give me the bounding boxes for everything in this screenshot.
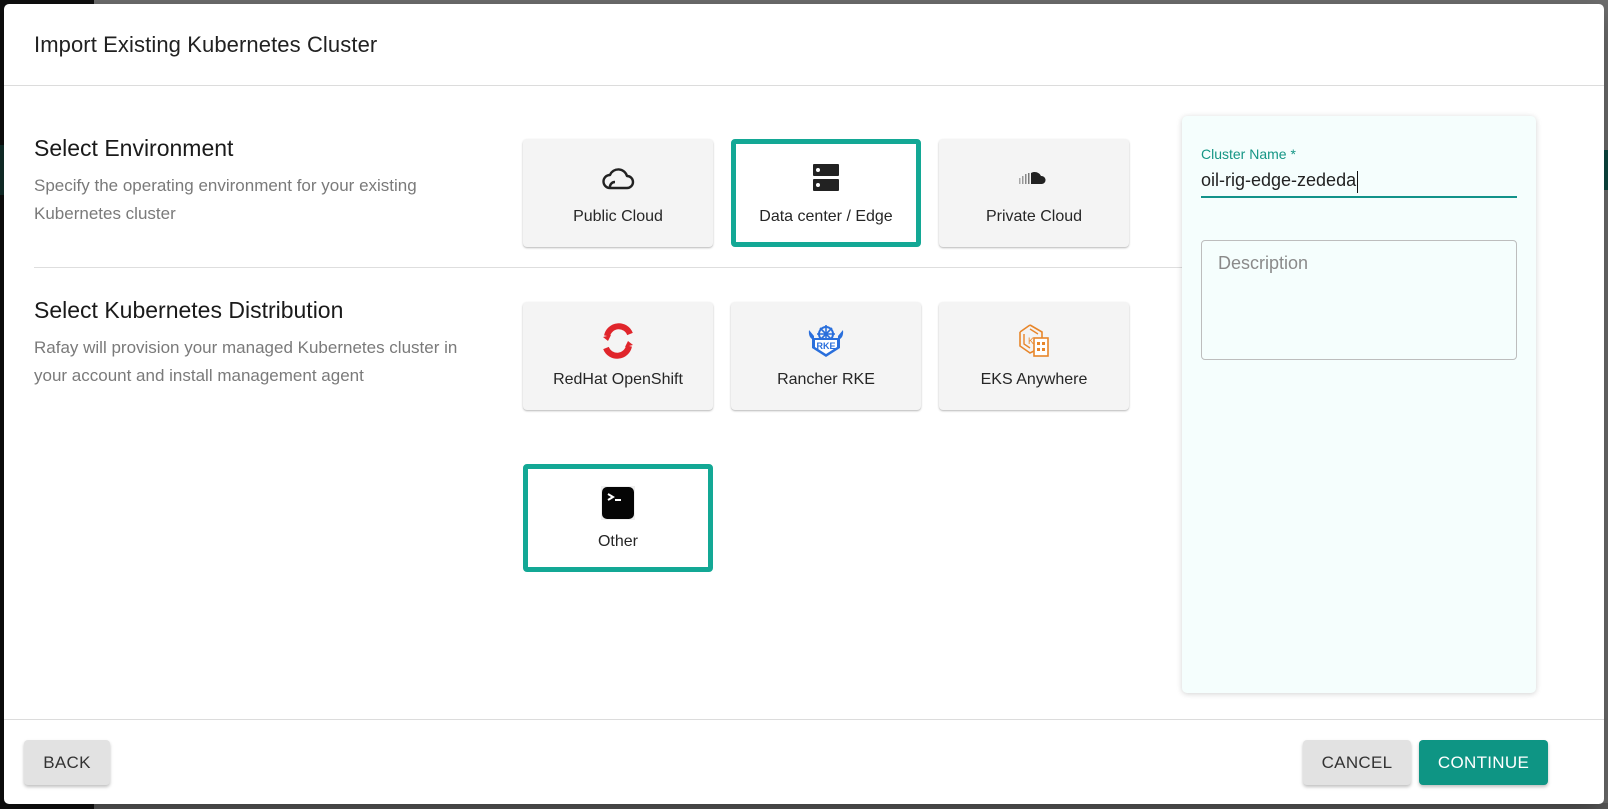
env-option-data-center-edge[interactable]: Data center / Edge — [731, 139, 921, 247]
continue-button[interactable]: CONTINUE — [1419, 740, 1548, 785]
env-option-label: Public Cloud — [573, 208, 663, 225]
svg-text:K: K — [1028, 336, 1034, 346]
dist-option-label: Other — [597, 533, 638, 550]
dialog-header: Import Existing Kubernetes Cluster — [4, 4, 1604, 86]
cloud-outline-icon — [598, 160, 638, 196]
dist-option-label: EKS Anywhere — [980, 371, 1088, 388]
dist-option-label: Rancher RKE — [777, 371, 875, 388]
back-button[interactable]: BACK — [24, 740, 110, 785]
cancel-button[interactable]: CANCEL — [1303, 740, 1411, 785]
dist-option-redhat-openshift[interactable]: RedHat OpenShift — [523, 302, 713, 410]
distribution-title: Select Kubernetes Distribution — [34, 297, 344, 323]
env-option-label: Data center / Edge — [759, 208, 893, 225]
environment-description: Specify the operating environment for yo… — [34, 176, 417, 223]
background-accent — [1604, 150, 1608, 190]
environment-title: Select Environment — [34, 135, 234, 161]
distribution-section: Select Kubernetes Distribution Rafay wil… — [34, 297, 494, 390]
env-option-private-cloud[interactable]: Private Cloud — [939, 139, 1129, 247]
eks-anywhere-icon: K — [1014, 323, 1054, 359]
openshift-icon — [598, 323, 638, 359]
dist-option-label: RedHat OpenShift — [553, 371, 683, 388]
svg-text:RKE: RKE — [816, 341, 835, 351]
dialog-title: Import Existing Kubernetes Cluster — [34, 31, 378, 57]
dist-option-eks-anywhere[interactable]: K EKS Anywhere — [939, 302, 1129, 410]
soundcloud-icon — [1014, 160, 1054, 196]
distribution-description: Rafay will provision your managed Kubern… — [34, 338, 458, 385]
env-option-label: Private Cloud — [985, 208, 1083, 225]
text-cursor — [1357, 171, 1359, 193]
cluster-name-label: Cluster Name * — [1201, 146, 1296, 162]
cluster-details-panel: Cluster Name * — [1182, 116, 1536, 693]
dialog-body: Select Environment Specify the operating… — [4, 87, 1604, 720]
dialog-footer: BACK CANCEL CONTINUE — [4, 719, 1604, 804]
server-icon — [806, 160, 846, 196]
description-input[interactable] — [1201, 240, 1517, 360]
environment-section: Select Environment Specify the operating… — [34, 135, 494, 228]
rancher-rke-icon: RKE — [806, 323, 846, 359]
dist-option-rancher-rke[interactable]: RKE Rancher RKE — [731, 302, 921, 410]
dist-option-other[interactable]: Other — [523, 464, 713, 572]
env-option-public-cloud[interactable]: Public Cloud — [523, 139, 713, 247]
section-divider — [34, 267, 1182, 268]
cluster-name-input[interactable] — [1201, 164, 1517, 198]
import-cluster-dialog: Import Existing Kubernetes Cluster Selec… — [4, 4, 1604, 804]
terminal-icon — [598, 485, 638, 521]
